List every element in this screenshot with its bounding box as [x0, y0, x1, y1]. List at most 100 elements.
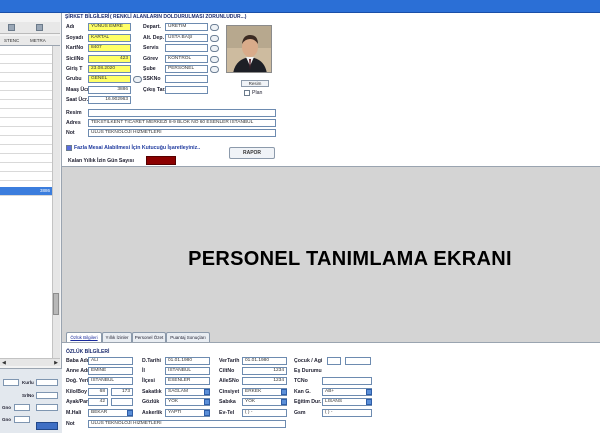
column-header[interactable]: METRA: [30, 38, 46, 43]
table-row[interactable]: [0, 172, 52, 181]
dropdown-arrow-icon[interactable]: [366, 389, 372, 395]
giris-tarihi-field[interactable]: 23.08.2020: [88, 65, 131, 73]
table-row[interactable]: [0, 91, 52, 100]
dropdown-arrow-icon[interactable]: [281, 389, 287, 395]
dropdown-arrow-icon[interactable]: [127, 410, 133, 416]
table-row-selected[interactable]: 3886: [0, 187, 52, 196]
grubu-select-button[interactable]: [133, 76, 142, 83]
filter-field[interactable]: [14, 404, 30, 411]
toolbar-icon[interactable]: [8, 24, 15, 31]
scrollbar-thumb[interactable]: [53, 293, 59, 315]
tab-ozluk-bilgileri[interactable]: Özlük Bilgileri: [66, 332, 102, 342]
pantolon-field[interactable]: [111, 398, 133, 406]
tab-yillik-izinler[interactable]: Yıllık İzinler: [102, 332, 132, 342]
anne-adi-field[interactable]: EMİNE: [88, 367, 133, 375]
filter-field[interactable]: [36, 379, 58, 386]
scroll-left-arrow-icon[interactable]: ◀: [2, 360, 6, 366]
adi-field[interactable]: YUNUS EMRE: [88, 23, 131, 31]
sicilno-field[interactable]: 423: [88, 55, 131, 63]
servis-field[interactable]: [165, 44, 208, 52]
label-egitim-dur: Eğitim Dur.: [294, 399, 322, 405]
table-row[interactable]: [0, 118, 52, 127]
sskno-field[interactable]: [165, 75, 208, 83]
label-ayak-pan: Ayak/Pan: [66, 399, 90, 405]
label-cocuk-agi: Çocuk / Agi: [294, 358, 323, 364]
dropdown-arrow-icon[interactable]: [204, 399, 210, 405]
table-row[interactable]: [0, 109, 52, 118]
dropdown-arrow-icon[interactable]: [281, 399, 287, 405]
not-field[interactable]: ULUS TEKNOLOJİ HİZMETLERİ: [88, 129, 276, 137]
alt-departman-field[interactable]: USTA BAŞI: [165, 34, 208, 42]
hscroll-bar[interactable]: ▶ ◀: [0, 358, 60, 366]
boy-field[interactable]: 173: [111, 388, 133, 396]
adres-field[interactable]: TEKSTİLKENT TİCARET MERKEZİ 8-9 BLOK NO …: [88, 119, 276, 127]
kan-grubu-select[interactable]: AB+: [322, 388, 372, 396]
dogum-tarihi-field[interactable]: 01.01.1980: [165, 357, 210, 365]
departman-field[interactable]: ÜRETİM: [165, 23, 208, 31]
table-row[interactable]: [0, 154, 52, 163]
dropdown-arrow-icon[interactable]: [204, 410, 210, 416]
label-gsm: Gsm: [294, 410, 306, 416]
table-row[interactable]: [0, 64, 52, 73]
plan-checkbox[interactable]: [244, 90, 250, 96]
table-row[interactable]: [0, 145, 52, 154]
gsm-field[interactable]: ( ) -: [322, 409, 372, 417]
table-row[interactable]: [0, 100, 52, 109]
label-resim: Resim: [66, 110, 82, 116]
table-row[interactable]: [0, 82, 52, 91]
dogum-yeri-field[interactable]: İSTANBUL: [88, 377, 133, 385]
grubu-field[interactable]: GENEL: [88, 75, 131, 83]
gorev-select-button[interactable]: [210, 56, 219, 63]
ilce-field[interactable]: ESENLER: [165, 377, 210, 385]
sube-select-button[interactable]: [210, 66, 219, 73]
il-field[interactable]: İSTANBUL: [165, 367, 210, 375]
resim-button[interactable]: Resim: [241, 80, 269, 87]
cocuk-field[interactable]: [327, 357, 341, 365]
cilt-no-field[interactable]: 1234: [242, 367, 287, 375]
filter-button[interactable]: [36, 422, 58, 430]
table-row[interactable]: [0, 55, 52, 64]
table-row[interactable]: [0, 127, 52, 136]
table-row[interactable]: [0, 136, 52, 145]
sube-field[interactable]: PERSONEL: [165, 65, 208, 73]
kartno-field[interactable]: 8407: [88, 44, 131, 52]
ayak-field[interactable]: 42: [88, 398, 108, 406]
toolbar-icon[interactable]: [36, 24, 43, 31]
table-row[interactable]: [0, 73, 52, 82]
kilo-field[interactable]: 68: [88, 388, 108, 396]
alt-departman-select-button[interactable]: [210, 35, 219, 42]
table-row[interactable]: [0, 46, 52, 55]
ev-tel-field[interactable]: ( ) -: [242, 409, 287, 417]
left-filter-panel: Kurlu SrlNo Gno Gno: [0, 368, 62, 433]
servis-select-button[interactable]: [210, 45, 219, 52]
section-title: ŞİRKET BİLGİLERİ: [65, 14, 110, 20]
ozluk-not-field[interactable]: ULUS TEKNOLOJİ HİZMETLERİ: [88, 420, 286, 428]
tab-puantaj-sonuclari[interactable]: Puantaj Sonuçları: [166, 332, 210, 342]
remaining-leave-label: Kalan Yıllık İzin Gün Sayısı: [68, 158, 134, 164]
column-header[interactable]: STENC: [4, 38, 19, 43]
soyadi-field[interactable]: KARTAL: [88, 34, 131, 42]
filter-field[interactable]: [14, 416, 30, 423]
agi-field[interactable]: [345, 357, 371, 365]
verilis-tarihi-field[interactable]: 01.01.1980: [242, 357, 287, 365]
resim-path-field[interactable]: [88, 109, 276, 117]
rapor-button[interactable]: RAPOR: [229, 147, 275, 159]
departman-select-button[interactable]: [210, 24, 219, 31]
filter-field[interactable]: [36, 392, 58, 399]
overtime-checkbox[interactable]: [66, 145, 72, 151]
baba-adi-field[interactable]: ALİ: [88, 357, 133, 365]
table-row[interactable]: [0, 163, 52, 172]
filter-field[interactable]: [36, 404, 58, 411]
tc-no-field[interactable]: [322, 377, 372, 385]
saat-ucreti-field[interactable]: 16.902963: [88, 96, 131, 104]
gorev-field[interactable]: KONTROL: [165, 55, 208, 63]
dropdown-arrow-icon[interactable]: [204, 389, 210, 395]
dropdown-arrow-icon[interactable]: [366, 399, 372, 405]
cikis-tarihi-field[interactable]: [165, 86, 208, 94]
maas-ucreti-field[interactable]: 3886: [88, 86, 131, 94]
filter-field[interactable]: [3, 379, 19, 386]
aile-sira-no-field[interactable]: 1234: [242, 377, 287, 385]
tab-personel-ozet[interactable]: Personel Özet: [132, 332, 166, 342]
scroll-right-arrow-icon[interactable]: ▶: [54, 360, 58, 366]
egitim-durumu-select[interactable]: LİSANS: [322, 398, 372, 406]
